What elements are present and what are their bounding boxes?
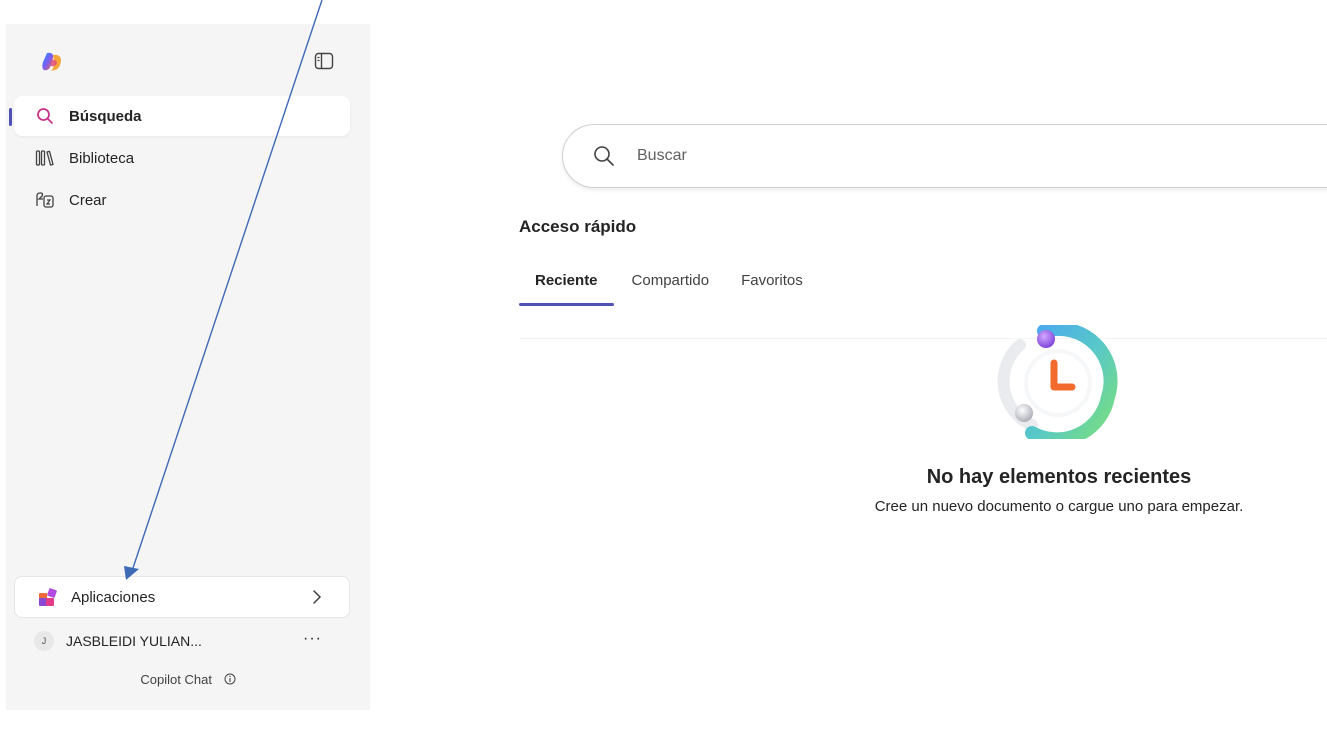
apps-button[interactable]: Aplicaciones xyxy=(14,576,350,618)
apps-label: Aplicaciones xyxy=(71,588,156,606)
footer: Copilot Chat xyxy=(6,672,370,687)
apps-icon xyxy=(39,588,57,606)
library-icon xyxy=(35,148,55,168)
more-options-icon[interactable]: ··· xyxy=(303,630,322,648)
user-account-row[interactable]: J JASBLEIDI YULIAN... ··· xyxy=(14,626,350,656)
sidebar-item-label: Crear xyxy=(69,191,107,209)
copilot-logo-icon xyxy=(42,52,61,71)
empty-state-title: No hay elementos recientes xyxy=(926,466,1192,488)
empty-recent-clock-icon xyxy=(997,325,1118,439)
sidebar-item-busqueda[interactable]: Búsqueda xyxy=(14,96,350,136)
sidebar-item-crear[interactable]: Crear xyxy=(14,180,350,220)
avatar: J xyxy=(34,631,54,651)
quick-access-title: Acceso rápido xyxy=(519,217,637,236)
footer-label: Copilot Chat xyxy=(140,672,212,687)
info-icon[interactable] xyxy=(224,673,236,685)
sidebar-item-biblioteca[interactable]: Biblioteca xyxy=(14,138,350,178)
collapse-sidebar-icon[interactable] xyxy=(312,50,336,72)
quick-access-tabs: Reciente Compartido Favoritos xyxy=(519,270,835,306)
tab-reciente[interactable]: Reciente xyxy=(519,270,614,306)
search-icon xyxy=(35,106,55,126)
sidebar-item-label: Búsqueda xyxy=(69,107,142,125)
search-icon xyxy=(594,146,614,166)
divider xyxy=(519,338,1327,339)
user-name: JASBLEIDI YULIAN... xyxy=(66,633,202,649)
tab-favoritos[interactable]: Favoritos xyxy=(741,270,803,306)
tab-compartido[interactable]: Compartido xyxy=(632,270,710,306)
copilot-app: Búsqueda Biblioteca Crear Aplicaciones J… xyxy=(0,0,1327,738)
active-nav-indicator xyxy=(9,108,12,126)
empty-state-subtitle: Cree un nuevo documento o cargue uno par… xyxy=(874,498,1244,515)
chevron-right-icon xyxy=(313,590,322,604)
search-input[interactable] xyxy=(637,147,1237,165)
sidebar-item-label: Biblioteca xyxy=(69,149,135,167)
search-bar[interactable] xyxy=(562,124,1327,188)
create-icon xyxy=(35,190,55,210)
